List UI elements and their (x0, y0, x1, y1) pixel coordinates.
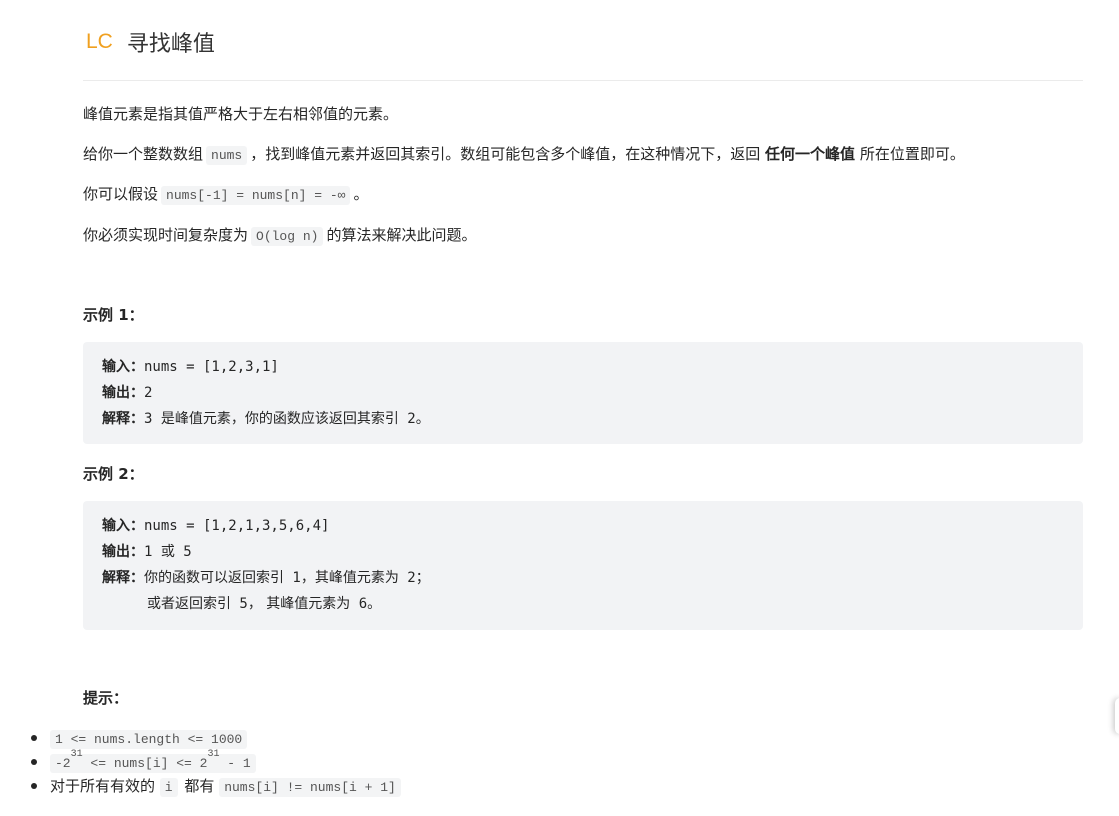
inline-code: nums[-1] = nums[n] = -∞ (161, 186, 351, 205)
output-value: 1 (144, 544, 161, 560)
example-1-block: 输入：nums = [1,2,3,1] 输出：2 解释：3 是峰值元素，你的函数… (83, 342, 1083, 444)
example-2-title: 示例 2： (83, 465, 144, 483)
example-1-title: 示例 1： (83, 306, 144, 324)
example-input-line: 输入：nums = [1,2,3,1] (102, 354, 1064, 380)
input-label: 输入： (102, 518, 144, 534)
code-text: - 1 (219, 756, 251, 771)
bullet-icon (31, 735, 37, 741)
explanation-text: 。 (367, 596, 382, 612)
input-label: 输入： (102, 359, 144, 375)
example-explanation-line: 或者返回索引 5， 其峰值元素为 6。 (102, 591, 1064, 617)
hints-title: 提示： (83, 689, 129, 707)
output-value: 或 (160, 544, 175, 560)
explanation-text: 是峰值元素，你的函数应该返回其索引 (160, 411, 399, 427)
explanation-number: 6 (350, 596, 368, 612)
hint-text: 都有 (184, 777, 215, 795)
output-label: 输出： (102, 544, 144, 560)
description-paragraph-1: 峰值元素是指其值严格大于左右相邻值的元素。 (83, 103, 398, 125)
explanation-number: 2 (398, 411, 416, 427)
description-text: 。 (353, 185, 369, 203)
inline-code: nums[i] != nums[i + 1] (219, 778, 401, 797)
example-explanation-line: 解释：你的函数可以返回索引 1，其峰值元素为 2； (102, 565, 1064, 591)
leetcode-logo[interactable]: LC (86, 30, 113, 54)
exponent: 31 (207, 749, 220, 760)
hints-list: 1 <= nums.length <= 1000 -231 <= nums[i]… (0, 726, 403, 798)
explanation-number: 2 (398, 570, 416, 586)
explanation-text: ，其峰值元素为 (300, 570, 399, 586)
example-input-line: 输入：nums = [1,2,1,3,5,6,4] (102, 513, 1064, 539)
explanation-label: 解释： (102, 570, 144, 586)
explanation-number: 3 (144, 411, 161, 427)
description-text: 所在位置即可。 (859, 145, 965, 163)
code-text: -2 (55, 756, 71, 771)
explanation-text: ， 其峰值元素为 (247, 596, 351, 612)
inline-code: i (159, 778, 178, 797)
description-text: 你必须实现时间复杂度为 (83, 226, 249, 244)
inline-code: nums (206, 146, 248, 165)
problem-header: LC 寻找峰值 (83, 0, 1083, 81)
problem-page: LC 寻找峰值 峰值元素是指其值严格大于左右相邻值的元素。 给你一个整数数组 nu… (31, 0, 1083, 797)
description-text: 峰值元素是指其值严格大于左右相邻值的元素。 (83, 105, 399, 123)
list-item: 对于所有有效的 i 都有 nums[i] != nums[i + 1] (0, 774, 403, 798)
output-value: 2 (144, 385, 153, 401)
side-panel-handle[interactable] (1115, 698, 1119, 734)
example-output-line: 输出：1 或 5 (102, 539, 1064, 565)
hint-text: 对于所有有效的 (50, 777, 156, 795)
explanation-text: ； (415, 570, 430, 586)
list-item: 1 <= nums.length <= 1000 (0, 726, 403, 750)
example-explanation-line: 解释：3 是峰值元素，你的函数应该返回其索引 2。 (102, 406, 1064, 432)
bullet-icon (31, 759, 37, 765)
description-text: 给你一个整数数组 (83, 145, 204, 163)
description-text: ，找到峰值元素并返回其索引。数组可能包含多个峰值，在这种情况下，返回 (250, 145, 761, 163)
input-value: nums = [1,2,3,1] (144, 359, 279, 375)
inline-code: 1 <= nums.length <= 1000 (50, 730, 248, 749)
inline-code: O(log n) (251, 227, 324, 246)
code-text: <= nums[i] <= 2 (82, 756, 208, 771)
explanation-text: 。 (415, 411, 430, 427)
explanation-number: 1 (284, 570, 301, 586)
bullet-icon (31, 783, 37, 789)
output-value: 5 (174, 544, 192, 560)
explanation-label: 解释： (102, 411, 144, 427)
list-item: -231 <= nums[i] <= 231 - 1 (0, 750, 403, 774)
description-paragraph-2: 给你一个整数数组 nums ，找到峰值元素并返回其索引。数组可能包含多个峰值，在这种… (83, 143, 965, 167)
example-output-line: 输出：2 (102, 380, 1064, 406)
emphasis-text: 任何一个峰值 (765, 145, 856, 163)
description-text: 的算法来解决此问题。 (326, 226, 477, 244)
problem-title: 寻找峰值 (126, 32, 215, 57)
inline-code: -231 <= nums[i] <= 231 - 1 (50, 750, 256, 773)
explanation-number: 5 (231, 596, 248, 612)
explanation-text: 或者返回索引 (147, 596, 231, 612)
example-2-block: 输入：nums = [1,2,1,3,5,6,4] 输出：1 或 5 解释：你的… (83, 501, 1083, 630)
explanation-text: 你的函数可以返回索引 (144, 570, 284, 586)
input-value: nums = [1,2,1,3,5,6,4] (144, 518, 330, 534)
description-paragraph-4: 你必须实现时间复杂度为 O(log n) 的算法来解决此问题。 (83, 224, 476, 248)
description-text: 你可以假设 (83, 185, 159, 203)
description-paragraph-3: 你可以假设 nums[-1] = nums[n] = -∞。 (83, 183, 368, 207)
exponent: 31 (70, 749, 83, 760)
output-label: 输出： (102, 385, 144, 401)
